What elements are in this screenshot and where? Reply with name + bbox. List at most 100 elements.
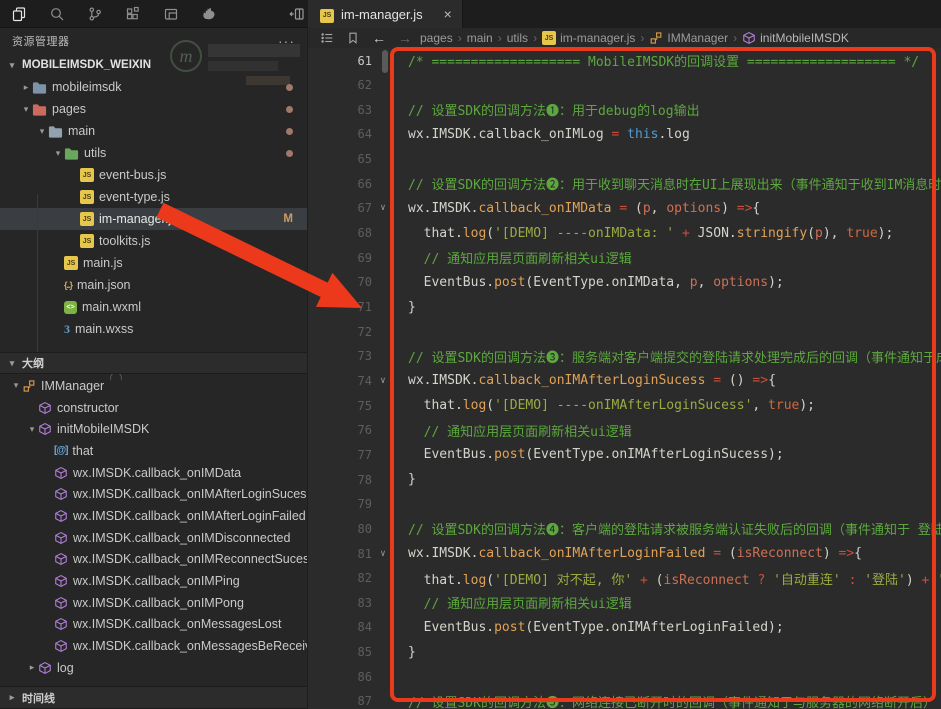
cube-icon [54,487,68,501]
code-line-69[interactable]: 69 // 通知应用层页面刷新相关ui逻辑 [308,245,941,270]
tree-root-mobileimsdk-weixin[interactable]: ▾ MOBILEIMSDK_WEIXIN [0,54,307,76]
outline-item-wx-IMSDK-callback-onIMDisconnected[interactable]: wx.IMSDK.callback_onIMDisconnected [0,527,307,549]
sidebar-item-pages[interactable]: ▾pages [0,98,307,120]
sidebar-item-mobileimsdk[interactable]: ▸mobileimsdk [0,76,307,98]
sidebar-item-event-type-js[interactable]: JSevent-type.js [0,186,307,208]
outline-item-wx-IMSDK-callback-onIMAfterLoginSucess[interactable]: wx.IMSDK.callback_onIMAfterLoginSucess [0,483,307,505]
tab-close-icon[interactable]: × [444,6,452,22]
sidebar-item-main[interactable]: ▾main [0,120,307,142]
code-line-76[interactable]: 76 // 通知应用层页面刷新相关ui逻辑 [308,418,941,443]
breadcrumb-item-immanager[interactable]: IMManager [649,31,728,45]
sidebar-item-im-manager-js[interactable]: JSim-manager.jsM [0,208,307,230]
sidebar-item-utils[interactable]: ▾utils [0,142,307,164]
outline-item-wx-IMSDK-callback-onMessagesLost[interactable]: wx.IMSDK.callback_onMessagesLost [0,614,307,636]
chevron-down-icon: ▾ [6,60,18,71]
layout-toggle-icon[interactable] [283,0,311,28]
code-line-72[interactable]: 72 [308,319,941,344]
sidebar-item-event-bus-js[interactable]: JSevent-bus.js [0,164,307,186]
code-line-82[interactable]: 82 that.log('[DEMO] 对不起, 你' + (isReconne… [308,566,941,591]
sidebar-item-main-wxss[interactable]: 3main.wxss [0,318,307,340]
code-line-86[interactable]: 86 [308,664,941,689]
activity-bar [0,0,228,28]
cube-icon [54,574,68,588]
code-line-80[interactable]: 80// 设置SDK的回调方法❹：客户端的登陆请求被服务端认证失败后的回调（事件… [308,516,941,541]
code-line-78[interactable]: 78} [308,467,941,492]
breadcrumb-item-initmobileimsdk[interactable]: initMobileIMSDK [742,31,849,45]
line-number: 66 [308,177,372,191]
code-line-64[interactable]: 64wx.IMSDK.callback_onIMLog = this.log [308,122,941,147]
tab-label: im-manager.js [341,7,423,22]
outline-list-icon[interactable] [316,31,338,45]
outline-item-wx-IMSDK-callback-onIMData[interactable]: wx.IMSDK.callback_onIMData [0,462,307,484]
code-line-81[interactable]: 81∨wx.IMSDK.callback_onIMAfterLoginFaile… [308,541,941,566]
sidebar-item-main-json[interactable]: {..}main.json [0,274,307,296]
back-arrow-icon[interactable]: ← [368,30,390,46]
code-line-63[interactable]: 63// 设置SDK的回调方法❶：用于debug的log输出 [308,97,941,122]
forward-arrow-icon[interactable]: → [394,30,416,46]
code-line-77[interactable]: 77 EventBus.post(EventType.onIMAfterLogi… [308,442,941,467]
breadcrumb-item-main[interactable]: main [467,31,493,45]
outline-item-log[interactable]: ▸log [0,657,307,679]
wxss-icon: 3 [64,322,70,337]
cube-icon [54,552,68,566]
bookmark-icon[interactable] [342,31,364,45]
window-icon[interactable] [152,0,190,28]
hand-icon[interactable] [190,0,228,28]
code-line-71[interactable]: 71} [308,295,941,320]
code-line-68[interactable]: 68 that.log('[DEMO] ----onIMData: ' + JS… [308,221,941,246]
fold-chevron-icon[interactable]: ∨ [372,203,394,213]
editor-pane[interactable]: ←→pages›main›utils›JSim-manager.js›IMMan… [308,28,941,709]
line-number: 84 [308,620,372,634]
code-line-65[interactable]: 65 [308,147,941,172]
outline-item-wx-IMSDK-callback-onIMPing[interactable]: wx.IMSDK.callback_onIMPing [0,570,307,592]
code-line-66[interactable]: 66// 设置SDK的回调方法❷：用于收到聊天消息时在UI上展现出来（事件通知于… [308,171,941,196]
outline-section-header[interactable]: ▾ 大纲 [0,352,307,374]
breadcrumb-separator: › [532,31,538,45]
outline-item-wx-IMSDK-callback-onIMReconnectSucess[interactable]: wx.IMSDK.callback_onIMReconnectSucess [0,549,307,571]
line-number: 77 [308,448,372,462]
code-line-74[interactable]: 74∨wx.IMSDK.callback_onIMAfterLoginSuces… [308,368,941,393]
more-actions-icon[interactable]: ··· [278,33,295,49]
sidebar-item-main-js[interactable]: JSmain.js [0,252,307,274]
breadcrumb-item-im-manager.js[interactable]: JSim-manager.js [542,31,635,45]
fold-chevron-icon[interactable]: ∨ [372,549,394,559]
code-line-61[interactable]: 61/* =================== MobileIMSDK的回调设… [308,48,941,73]
files-icon[interactable] [0,0,38,28]
code-line-62[interactable]: 62 [308,73,941,98]
code-line-70[interactable]: 70 EventBus.post(EventType.onIMData, p, … [308,270,941,295]
tab-im-manager[interactable]: JS im-manager.js × [308,0,463,28]
extensions-icon[interactable] [114,0,152,28]
code-line-85[interactable]: 85} [308,640,941,665]
code-line-84[interactable]: 84 EventBus.post(EventType.onIMAfterLogi… [308,615,941,640]
outline-item-wx-IMSDK-callback-onIMAfterLoginFailed[interactable]: wx.IMSDK.callback_onIMAfterLoginFailed [0,505,307,527]
line-number: 78 [308,473,372,487]
breadcrumb-item-pages[interactable]: pages [420,31,453,45]
outline-item-constructor[interactable]: constructor [0,397,307,419]
outline-title: 大纲 [22,355,44,371]
js-file-icon: JS [80,168,94,182]
fold-chevron-icon[interactable]: ∨ [372,376,394,386]
breadcrumb-item-utils[interactable]: utils [507,31,528,45]
code-line-83[interactable]: 83 // 通知应用层页面刷新相关ui逻辑 [308,590,941,615]
outline-item-wx-IMSDK-callback-onMessagesBeReceived[interactable]: wx.IMSDK.callback_onMessagesBeReceived [0,635,307,657]
source-control-icon[interactable] [76,0,114,28]
code-line-73[interactable]: 73// 设置SDK的回调方法❸：服务端对客户端提交的登陆请求处理完成后的回调（… [308,344,941,369]
line-number: 75 [308,399,372,413]
outline-item-initMobileIMSDK[interactable]: ▾initMobileIMSDK [0,418,307,440]
sidebar-item-toolkits-js[interactable]: JStoolkits.js [0,230,307,252]
code-line-67[interactable]: 67∨wx.IMSDK.callback_onIMData = (p, opti… [308,196,941,221]
outline-item-that[interactable]: [@]that [0,440,307,462]
code-line-75[interactable]: 75 that.log('[DEMO] ----onIMAfterLoginSu… [308,393,941,418]
outline-item-wx-IMSDK-callback-onIMPong[interactable]: wx.IMSDK.callback_onIMPong [0,592,307,614]
outline-item-IMManager[interactable]: ▾IMManager [0,375,307,397]
explorer-header: 资源管理器 ··· [0,28,307,54]
cube-icon [54,617,68,631]
search-icon[interactable] [38,0,76,28]
cube-icon [54,466,68,480]
sidebar-item-main-wxml[interactable]: <>main.wxml [0,296,307,318]
code-line-79[interactable]: 79 [308,492,941,517]
line-number: 76 [308,423,372,437]
cube-icon [54,531,68,545]
code-line-87[interactable]: 87// 设置SDK的回调方法❺：网络连接已断开时的回调（事件通知于与服务器的网… [308,689,941,709]
timeline-section-header[interactable]: ▸ 时间线 [0,686,307,709]
